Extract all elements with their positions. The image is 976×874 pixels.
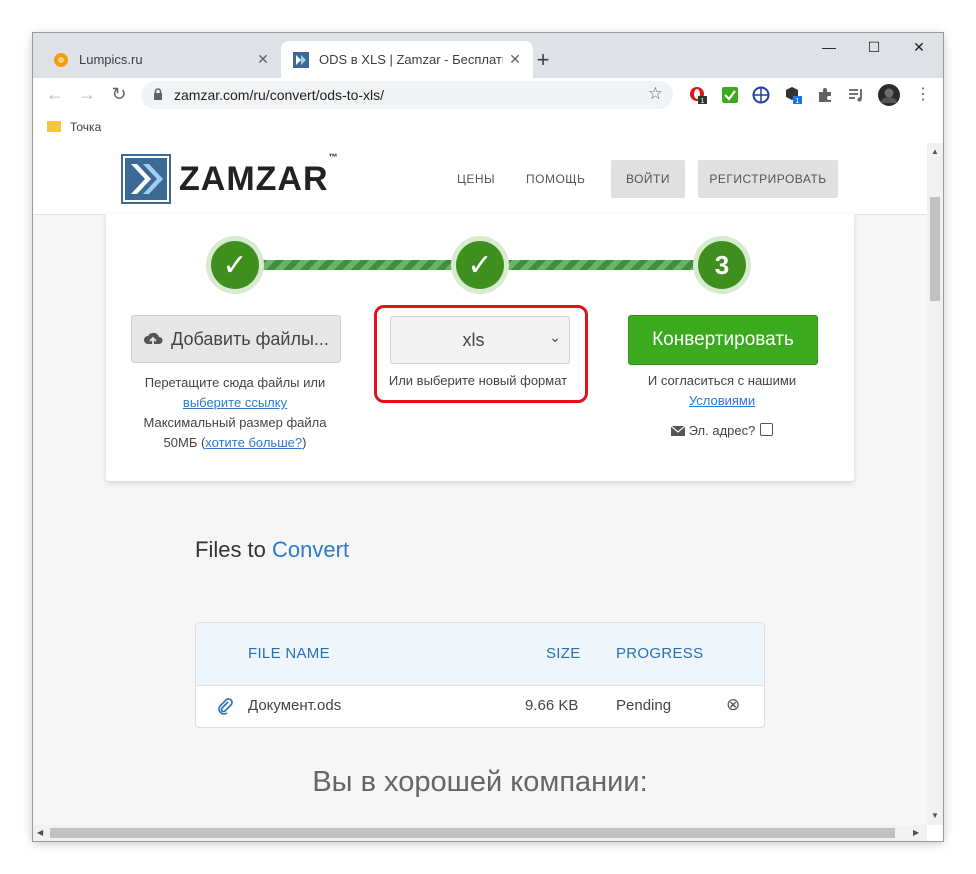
files-table: FILE NAME SIZE PROGRESS Документ.ods 9.6…: [195, 622, 765, 728]
remove-file-icon[interactable]: ⊗: [726, 695, 740, 715]
file-progress-cell: Pending: [616, 697, 672, 714]
url-text: zamzar.com/ru/convert/ods-to-xls/: [174, 87, 385, 103]
trademark-sign: ™: [328, 151, 338, 162]
format-caption: Или выберите новый формат: [388, 373, 568, 388]
site-header: ZAMZAR™ ЦЕНЫ ПОМОЩЬ ВОЙТИ РЕГИСТРИРОВАТЬ: [33, 143, 927, 215]
tab-close-icon[interactable]: ✕: [503, 51, 527, 68]
files-title: Files to Convert: [195, 537, 349, 563]
forward-button[interactable]: →: [75, 84, 99, 105]
scroll-left-icon[interactable]: ◀: [37, 828, 43, 837]
scroll-up-icon[interactable]: ▲: [931, 147, 939, 156]
minimize-button[interactable]: —: [814, 39, 844, 55]
email-option: Эл. адрес?: [612, 421, 832, 441]
nav-prices-link[interactable]: ЦЕНЫ: [457, 172, 495, 186]
bookmark-tochka[interactable]: Точка: [70, 120, 101, 134]
add-files-hint: Перетащите сюда файлы или выберите ссылк…: [126, 373, 344, 453]
paperclip-icon: [218, 698, 233, 715]
vpn-extension-icon[interactable]: [752, 86, 770, 104]
col-progress: PROGRESS: [616, 645, 704, 662]
email-checkbox[interactable]: [760, 423, 774, 436]
files-title-part1: Files to: [195, 537, 273, 562]
choose-link[interactable]: выберите ссылку: [183, 395, 287, 410]
add-files-label: Добавить файлы...: [171, 328, 329, 349]
convert-terms: И согласиться с нашими Условиями Эл. адр…: [612, 371, 832, 441]
browser-window: Lumpics.ru ✕ ODS в XLS | Zamzar - Беспла…: [33, 33, 943, 841]
svg-text:1: 1: [701, 98, 705, 104]
back-button[interactable]: ←: [43, 84, 67, 105]
format-selected-value: xls: [462, 330, 485, 350]
hint-size-suffix: ): [302, 435, 307, 450]
new-tab-button[interactable]: +: [533, 47, 553, 73]
tab-title: ODS в XLS | Zamzar - Бесплатная: [319, 52, 503, 67]
convert-button[interactable]: Конвертировать: [628, 315, 818, 365]
converter-card: ✓ ✓ 3 Добавить файлы... Перетащите сюда …: [106, 214, 854, 481]
profile-avatar[interactable]: [878, 84, 900, 106]
brand-wordmark[interactable]: ZAMZAR™: [179, 152, 338, 199]
step-progress-bar: [261, 260, 461, 270]
folder-icon: [47, 121, 61, 132]
file-size-cell: 9.66 KB: [525, 697, 579, 714]
terms-link[interactable]: Условиями: [689, 393, 755, 408]
file-name-cell: Документ.ods: [248, 697, 342, 714]
bookmarks-bar: Точка: [33, 114, 943, 144]
puzzle-extensions-icon[interactable]: [816, 86, 834, 104]
scroll-down-icon[interactable]: ▼: [931, 811, 939, 820]
scroll-right-icon[interactable]: ▶: [913, 828, 919, 837]
cloud-upload-icon: [144, 332, 163, 346]
col-file-name: FILE NAME: [248, 645, 330, 662]
step-progress-bar: [506, 260, 706, 270]
checkmark-extension-icon[interactable]: [721, 86, 739, 104]
hint-size-prefix: 50МБ (: [163, 435, 206, 450]
tab-zamzar[interactable]: ODS в XLS | Zamzar - Бесплатная ✕: [281, 41, 533, 78]
browser-menu-button[interactable]: ⋮: [911, 84, 935, 104]
nav-help-link[interactable]: ПОМОЩЬ: [526, 172, 585, 186]
bookmark-star-icon[interactable]: ☆: [648, 84, 663, 104]
agree-text: И согласиться с нашими: [647, 373, 797, 388]
register-button[interactable]: РЕГИСТРИРОВАТЬ: [698, 160, 838, 198]
chevron-down-icon: ⌄: [549, 329, 561, 345]
package-extension-icon[interactable]: 1: [784, 86, 802, 104]
close-window-button[interactable]: ✕: [904, 39, 934, 56]
col-size: SIZE: [546, 645, 581, 662]
horizontal-scroll-thumb[interactable]: [50, 828, 895, 838]
step-1-done-icon: ✓: [211, 241, 259, 289]
good-company-heading: Вы в хорошей компании:: [312, 766, 648, 798]
lock-icon: [154, 88, 162, 100]
email-label: Эл. адрес?: [688, 423, 756, 438]
brand-name: ZAMZAR: [179, 160, 329, 198]
address-bar[interactable]: zamzar.com/ru/convert/ods-to-xls/ ☆: [141, 81, 673, 109]
files-title-part2: Convert: [272, 537, 350, 562]
vertical-scroll-thumb[interactable]: [930, 197, 940, 301]
media-playlist-icon[interactable]: [847, 86, 865, 104]
add-files-button[interactable]: Добавить файлы...: [131, 315, 341, 363]
opera-extension-icon[interactable]: 1: [689, 86, 707, 104]
tab-lumpics[interactable]: Lumpics.ru ✕: [41, 41, 281, 78]
login-button[interactable]: ВОЙТИ: [611, 160, 685, 198]
want-more-link[interactable]: хотите больше?: [205, 435, 302, 450]
reload-button[interactable]: ↻: [107, 84, 131, 105]
maximize-button[interactable]: ☐: [859, 39, 889, 56]
vertical-scrollbar[interactable]: ▲ ▼: [927, 143, 943, 825]
step-2-done-icon: ✓: [456, 241, 504, 289]
table-header: FILE NAME SIZE PROGRESS: [196, 623, 764, 686]
svg-text:1: 1: [796, 98, 800, 104]
zamzar-logo-icon[interactable]: [121, 154, 171, 204]
tab-close-icon[interactable]: ✕: [251, 51, 275, 68]
format-select[interactable]: xls ⌄: [390, 316, 570, 364]
horizontal-scrollbar[interactable]: ◀ ▶: [33, 825, 927, 841]
step-3-current: 3: [698, 241, 746, 289]
tab-strip: Lumpics.ru ✕ ODS в XLS | Zamzar - Беспла…: [33, 33, 943, 78]
browser-toolbar: ← → ↻ zamzar.com/ru/convert/ods-to-xls/ …: [33, 78, 943, 114]
tab-title: Lumpics.ru: [79, 52, 143, 67]
lumpics-favicon-icon: [54, 52, 68, 67]
hint-line-1: Перетащите сюда файлы или: [144, 375, 326, 390]
zamzar-favicon-icon: [293, 51, 309, 68]
hint-line-2: Максимальный размер файла: [143, 415, 327, 430]
page-viewport: ZAMZAR™ ЦЕНЫ ПОМОЩЬ ВОЙТИ РЕГИСТРИРОВАТЬ…: [33, 143, 927, 825]
envelope-icon: [670, 425, 686, 436]
